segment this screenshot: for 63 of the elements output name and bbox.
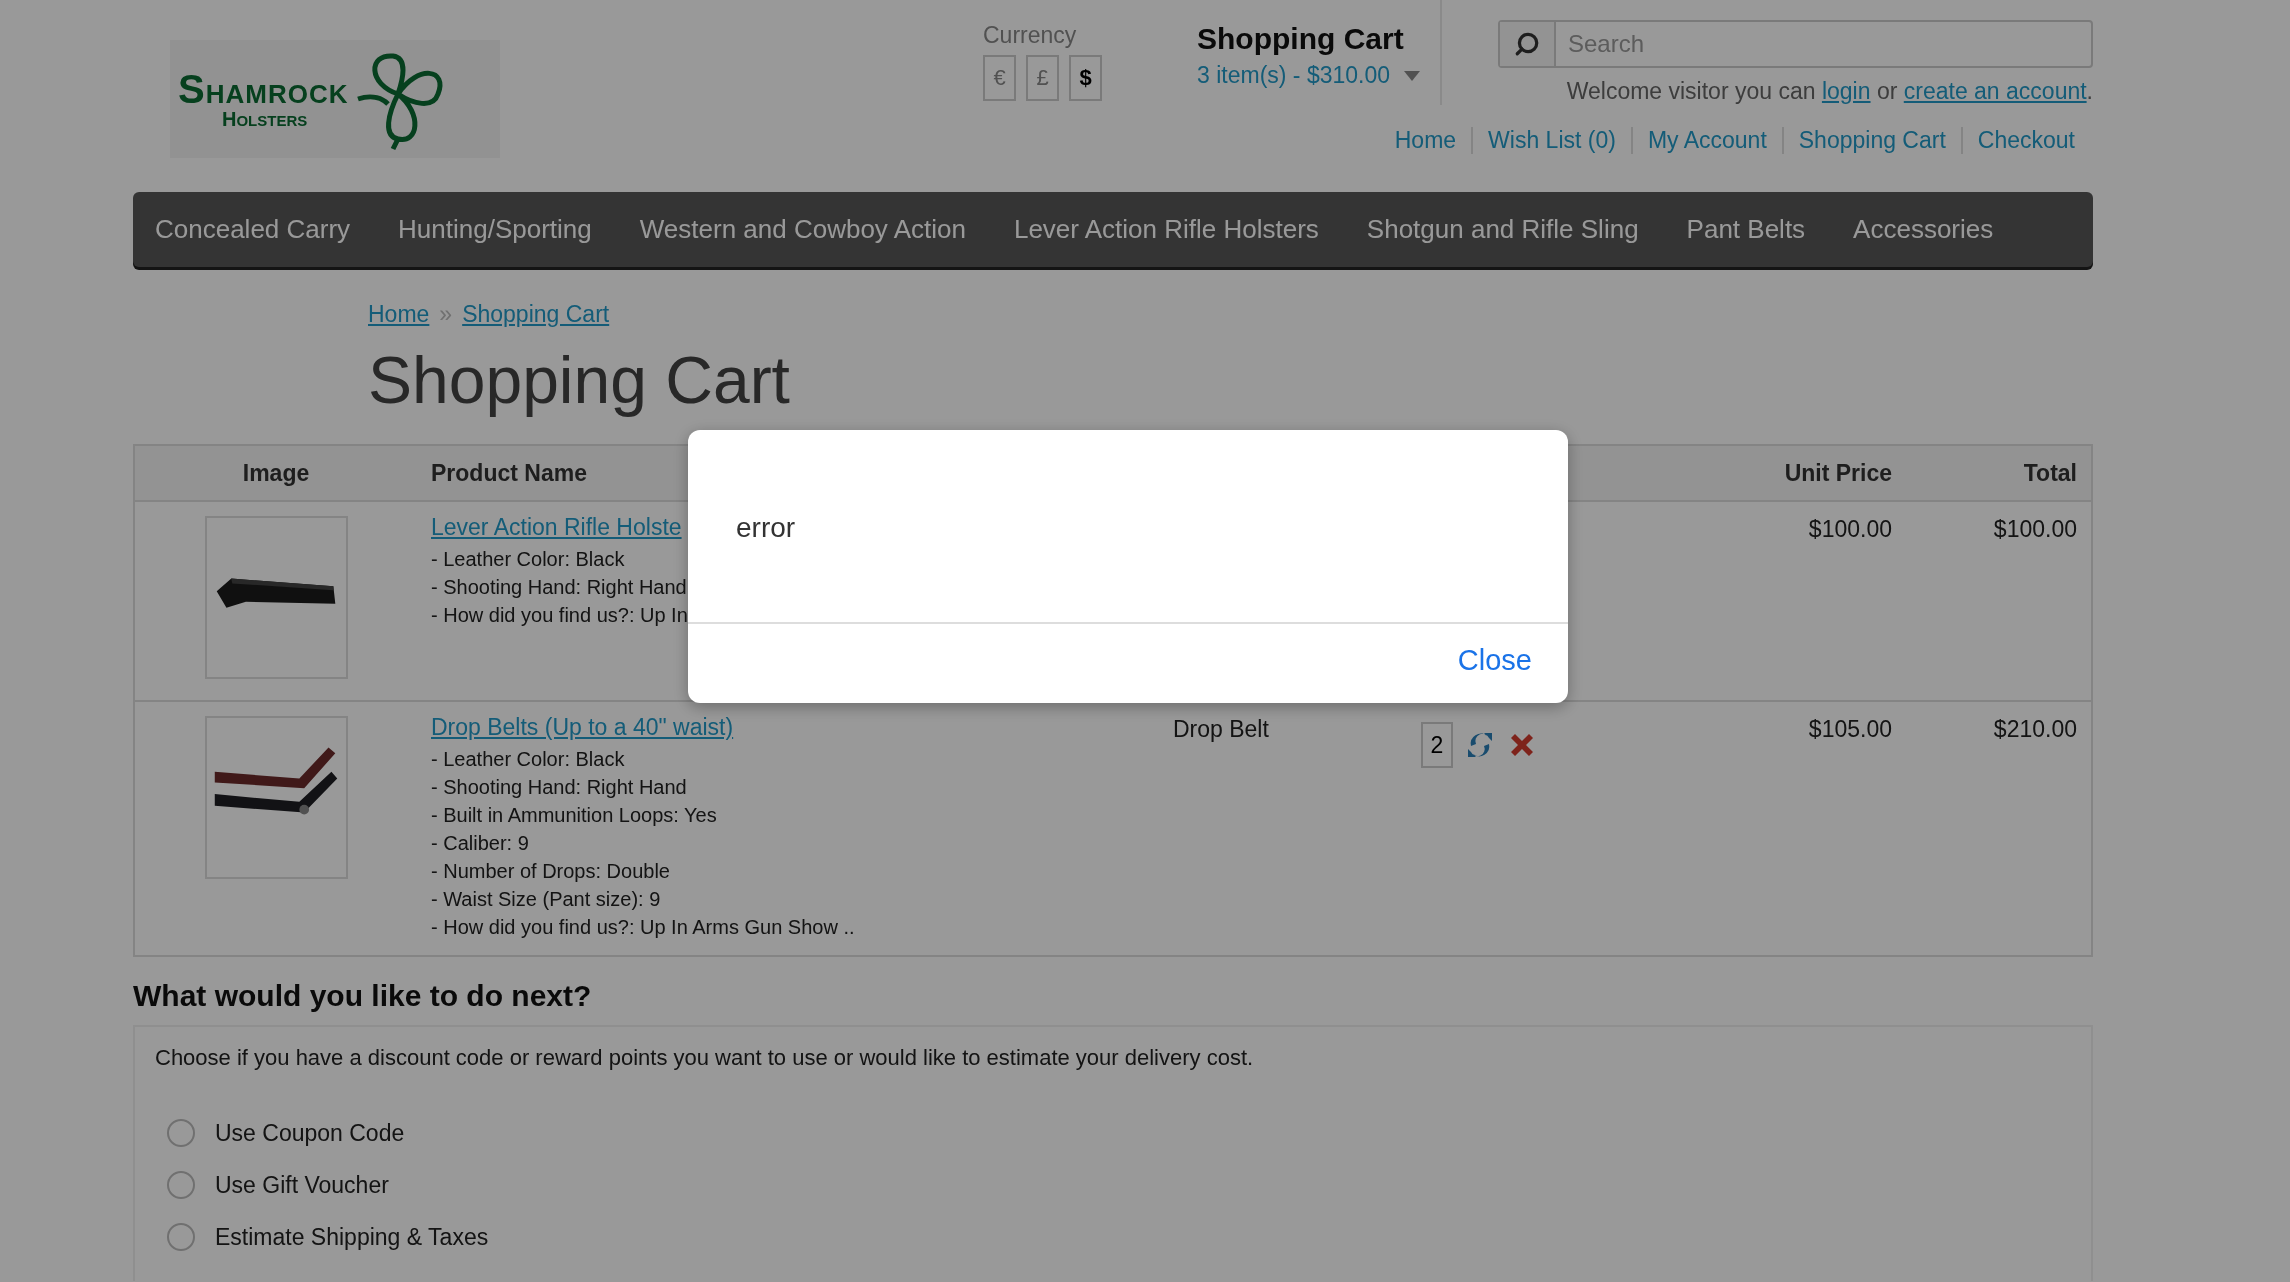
refresh-icon <box>1465 730 1495 760</box>
caret-icon <box>1404 70 1421 81</box>
total-price: $210.00 <box>1993 716 2077 742</box>
radio-button[interactable] <box>167 1171 195 1199</box>
top-link[interactable]: Wish List (0) <box>1471 127 1631 154</box>
nav-item[interactable]: Shotgun and Rifle Sling <box>1366 214 1663 245</box>
column-header: Image <box>241 459 311 488</box>
top-link[interactable]: Shopping Cart <box>1781 127 1961 154</box>
search-icon <box>1514 31 1540 57</box>
logo-tagline: HOLSTERS <box>222 109 309 129</box>
radio-button[interactable] <box>167 1223 195 1251</box>
breadcrumb-link[interactable]: Home <box>368 301 430 328</box>
nav-item[interactable]: Hunting/Sporting <box>398 214 616 245</box>
product-option: - Waist Size (Pant size): 9 <box>431 885 1145 913</box>
radio-option[interactable]: Use Gift Voucher <box>155 1159 2071 1211</box>
top-link[interactable]: My Account <box>1630 127 1782 154</box>
radio-option[interactable]: Use Coupon Code <box>155 1107 2071 1159</box>
welcome-text: Welcome visitor you can login or create an account. <box>1566 78 2093 105</box>
nav-item[interactable]: Pant Belts <box>1686 214 1830 245</box>
nav-item[interactable]: Concealed Carry <box>155 214 375 245</box>
register-link[interactable]: create an account <box>1903 78 2087 104</box>
currency-button[interactable]: £ <box>1026 55 1059 101</box>
radio-option[interactable]: Estimate Shipping & Taxes <box>155 1211 2071 1263</box>
nav-item[interactable]: Western and Cowboy Action <box>639 214 990 245</box>
total-price: $100.00 <box>1993 516 2077 542</box>
search-button[interactable] <box>1500 22 1556 66</box>
nav-item[interactable]: Accessories <box>1853 214 2018 245</box>
product-link[interactable]: Drop Belts (Up to a 40" waist) <box>431 714 1145 741</box>
cart-title: Shopping Cart <box>1197 22 1405 56</box>
column-header: Product Name <box>430 459 588 488</box>
product-option: - Number of Drops: Double <box>431 857 1145 885</box>
search-box[interactable]: Search <box>1498 20 2093 68</box>
currency-label: Currency <box>983 22 1078 49</box>
product-option: - Shooting Hand: Right Hand <box>431 773 1145 801</box>
radio-button[interactable] <box>167 1119 195 1147</box>
product-option: - Caliber: 9 <box>431 829 1145 857</box>
product-option: - How did you find us?: Up In Arms Gun Show .. <box>431 913 1145 941</box>
close-button[interactable]: Close <box>1457 636 1532 685</box>
logo[interactable]: SHAMROCK HOLSTERS <box>170 40 500 158</box>
column-header: Total <box>2022 459 2078 488</box>
top-link[interactable]: Checkout <box>1960 127 2075 154</box>
breadcrumb-link[interactable]: Shopping Cart <box>462 301 610 328</box>
unit-price: $100.00 <box>1808 516 1892 542</box>
dialog-message: error <box>688 430 1568 624</box>
product-option: - Built in Ammunition Loops: Yes <box>431 801 1145 829</box>
nav-item[interactable]: Lever Action Rifle Holsters <box>1013 214 1343 245</box>
model-text: Drop Belt <box>1173 716 1269 742</box>
currency-button[interactable]: € <box>983 55 1016 101</box>
top-link[interactable]: Home <box>1379 127 1472 154</box>
page-title: Shopping Cart <box>368 342 791 418</box>
cart-dropdown[interactable]: 3 item(s) - $310.00 <box>1197 62 1421 89</box>
login-link[interactable]: login <box>1821 78 1871 104</box>
logo-name: SHAMROCK <box>178 69 349 109</box>
breadcrumb-separator: » <box>439 301 453 328</box>
update-button[interactable] <box>1465 730 1495 760</box>
quantity-field[interactable]: 2 <box>1421 722 1453 768</box>
currency-button[interactable]: $ <box>1069 55 1102 101</box>
search-field[interactable]: Search <box>1556 22 2091 66</box>
unit-price: $105.00 <box>1808 716 1892 742</box>
section-title: What would you like to do next? <box>133 979 593 1013</box>
product-option: - Leather Color: Black <box>431 745 1145 773</box>
column-header: Unit Price <box>1783 459 1893 488</box>
section-text: Choose if you have a discount code or reward points you want to use or would like to estimate your delivery cost. <box>155 1045 1255 1071</box>
